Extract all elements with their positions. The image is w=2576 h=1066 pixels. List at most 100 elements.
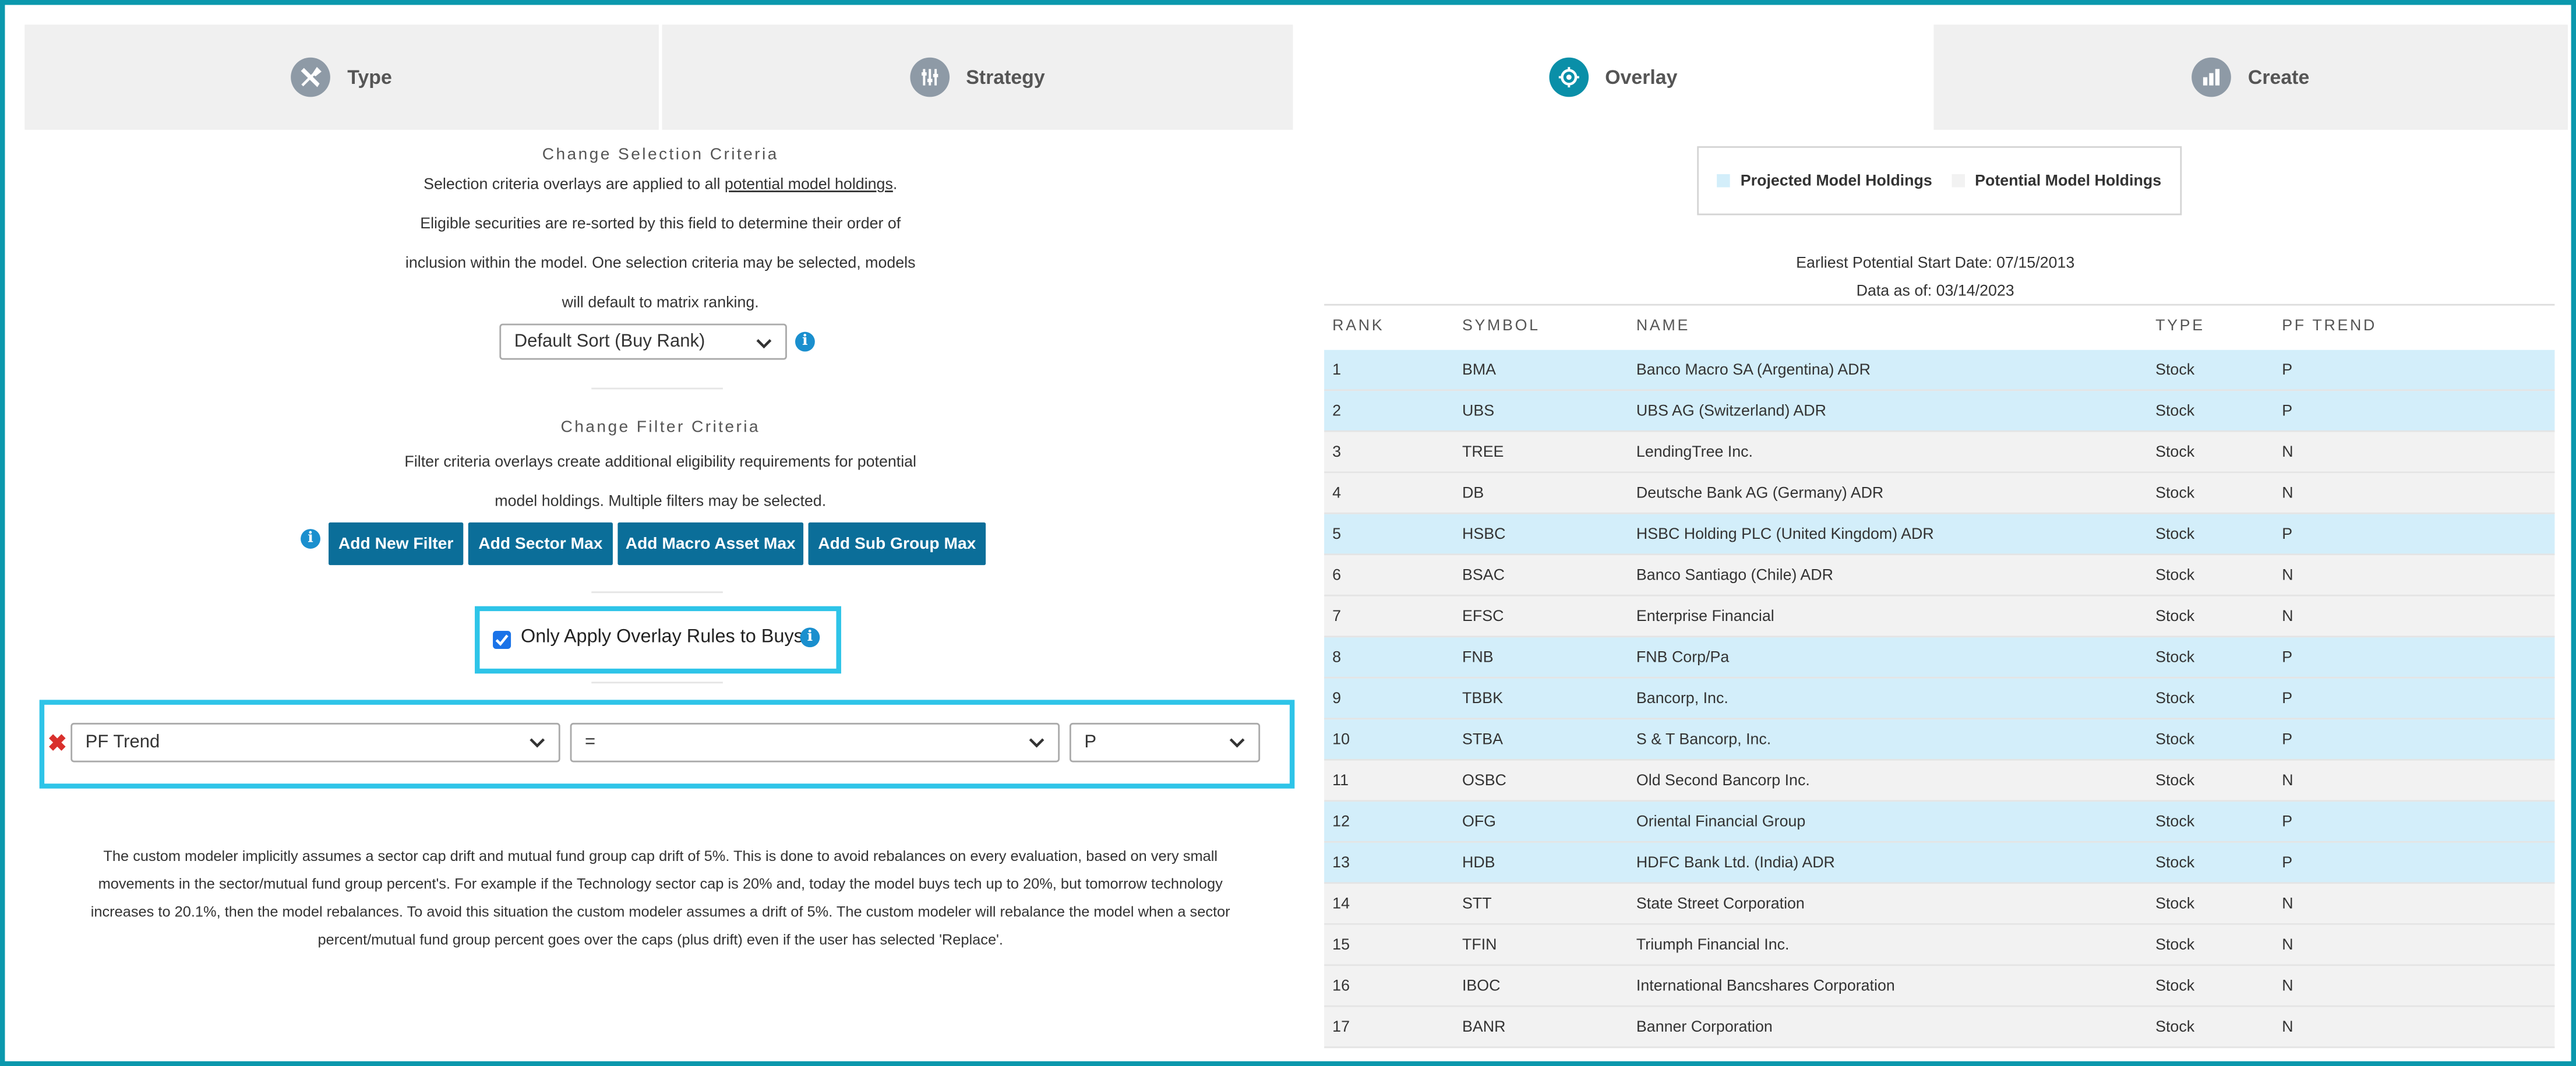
rank-cell: 8 (1332, 648, 1342, 668)
filter-rule-row: ✖ PF Trend = P (39, 700, 1295, 789)
app-frame: Type Strategy Overlay Create Change Sele… (0, 0, 2576, 1066)
table-row: 16 IBOC International Bancshares Corporati… (1324, 966, 2555, 1007)
type-cell: Stock (2155, 690, 2195, 708)
symbol-cell: STBA (1462, 730, 1503, 750)
add-macro-asset-max-button[interactable]: Add Macro Asset Max (617, 522, 804, 566)
chevron-down-icon (1229, 738, 1245, 748)
symbol-cell: DB (1462, 484, 1484, 503)
type-cell: Stock (2155, 566, 2195, 585)
type-cell: Stock (2155, 730, 2195, 750)
info-icon[interactable]: i (301, 529, 320, 549)
rank-cell: 12 (1332, 813, 1350, 832)
table-row: 1 BMA Banco Macro SA (Argentina) ADR Stock P (1324, 350, 2555, 391)
symbol-cell: IBOC (1462, 977, 1501, 996)
type-cell: Stock (2155, 648, 2195, 668)
rank-cell: 9 (1332, 690, 1342, 708)
overlay-buys-checkbox[interactable] (493, 630, 511, 649)
tab-label: Type (347, 65, 392, 89)
name-cell: Banco Macro SA (Argentina) ADR (1636, 361, 1871, 380)
divider (591, 682, 723, 684)
pf-trend-cell: P (2282, 402, 2293, 421)
header-rank[interactable]: RANK (1332, 306, 1384, 347)
selection-description-line: Selection criteria overlays are applied … (424, 175, 898, 194)
filter-operator-select[interactable]: = (570, 722, 1060, 763)
rank-cell: 3 (1332, 443, 1342, 462)
info-icon[interactable]: i (800, 627, 820, 648)
name-cell: Bancorp, Inc. (1636, 690, 1728, 708)
header-pf-trend[interactable]: PF TREND (2282, 306, 2377, 347)
chevron-down-icon (756, 339, 772, 349)
table-row: 8 FNB FNB Corp/Pa Stock P (1324, 637, 2555, 679)
table-row: 17 BANR Banner Corporation Stock N (1324, 1007, 2555, 1049)
info-icon[interactable]: i (795, 331, 815, 352)
selection-criteria-title: Change Selection Criteria (542, 146, 779, 165)
potential-holdings-link[interactable]: potential model holdings (725, 176, 893, 194)
rank-cell: 17 (1332, 1018, 1350, 1037)
name-cell: Deutsche Bank AG (Germany) ADR (1636, 484, 1884, 503)
data-as-of-text: Data as of: 03/14/2023 (1856, 283, 2014, 301)
close-icon[interactable]: ✖ (48, 729, 67, 757)
header-name[interactable]: NAME (1636, 306, 1690, 347)
symbol-cell: BSAC (1462, 566, 1505, 585)
add-sub-group-max-button[interactable]: Add Sub Group Max (808, 522, 986, 566)
rank-cell: 14 (1332, 895, 1350, 914)
table-row: 3 TREE LendingTree Inc. Stock N (1324, 432, 2555, 474)
tab-overlay[interactable]: Overlay (1296, 24, 1931, 130)
pf-trend-cell: N (2282, 443, 2293, 462)
tab-create[interactable]: Create (1933, 24, 2568, 130)
name-cell: FNB Corp/Pa (1636, 648, 1730, 668)
rank-cell: 7 (1332, 608, 1342, 626)
table-row: 14 STT State Street Corporation Stock N (1324, 884, 2555, 925)
add-new-filter-button[interactable]: Add New Filter (329, 522, 464, 566)
filter-description-line: model holdings. Multiple filters may be … (495, 493, 827, 511)
name-cell: Old Second Bancorp Inc. (1636, 772, 1810, 790)
symbol-cell: OSBC (1462, 772, 1506, 790)
selection-description-line: will default to matrix ranking. (562, 294, 759, 312)
table-row: 4 DB Deutsche Bank AG (Germany) ADR Stock N (1324, 473, 2555, 514)
symbol-cell: EFSC (1462, 608, 1504, 626)
symbol-cell: STT (1462, 895, 1492, 914)
tab-strategy[interactable]: Strategy (662, 24, 1293, 130)
name-cell: UBS AG (Switzerland) ADR (1636, 402, 1827, 421)
sort-select[interactable]: Default Sort (Buy Rank) (499, 323, 787, 360)
name-cell: Banco Santiago (Chile) ADR (1636, 566, 1833, 585)
pf-trend-cell: P (2282, 730, 2293, 750)
selection-description-line: inclusion within the model. One selectio… (405, 255, 916, 273)
rank-cell: 4 (1332, 484, 1342, 503)
divider (591, 387, 723, 390)
rank-cell: 15 (1332, 936, 1350, 955)
name-cell: Triumph Financial Inc. (1636, 936, 1790, 955)
pf-trend-cell: P (2282, 648, 2293, 668)
pf-trend-cell: N (2282, 895, 2293, 914)
symbol-cell: TREE (1462, 443, 1504, 462)
tools-icon (291, 57, 331, 97)
filter-field-select[interactable]: PF Trend (70, 722, 560, 763)
holdings-legend: Projected Model Holdings Potential Model… (1697, 146, 2182, 216)
pf-trend-cell: P (2282, 813, 2293, 832)
tab-type[interactable]: Type (24, 24, 659, 130)
header-type[interactable]: TYPE (2155, 306, 2205, 347)
overlay-buys-label: Only Apply Overlay Rules to Buys (521, 627, 803, 648)
table-row: 10 STBA S & T Bancorp, Inc. Stock P (1324, 719, 2555, 761)
table-row: 12 OFG Oriental Financial Group Stock P (1324, 802, 2555, 843)
symbol-cell: HSBC (1462, 525, 1506, 544)
legend-projected-label: Projected Model Holdings (1740, 171, 1932, 190)
name-cell: State Street Corporation (1636, 895, 1805, 914)
pf-trend-cell: N (2282, 566, 2293, 585)
table-header: RANK SYMBOL NAME TYPE PF TREND (1324, 303, 2555, 350)
type-cell: Stock (2155, 813, 2195, 832)
pf-trend-cell: N (2282, 936, 2293, 955)
filter-value-select[interactable]: P (1069, 722, 1261, 763)
holdings-table: RANK SYMBOL NAME TYPE PF TREND 1 BMA Banco… (1324, 303, 2555, 1049)
symbol-cell: HDB (1462, 854, 1495, 873)
header-symbol[interactable]: SYMBOL (1462, 306, 1540, 347)
tab-label: Create (2247, 65, 2310, 89)
rank-cell: 5 (1332, 525, 1342, 544)
type-cell: Stock (2155, 1018, 2195, 1037)
chevron-down-icon (530, 738, 545, 748)
type-cell: Stock (2155, 608, 2195, 626)
type-cell: Stock (2155, 936, 2195, 955)
add-sector-max-button[interactable]: Add Sector Max (468, 522, 613, 566)
symbol-cell: FNB (1462, 648, 1494, 668)
rank-cell: 1 (1332, 361, 1342, 380)
